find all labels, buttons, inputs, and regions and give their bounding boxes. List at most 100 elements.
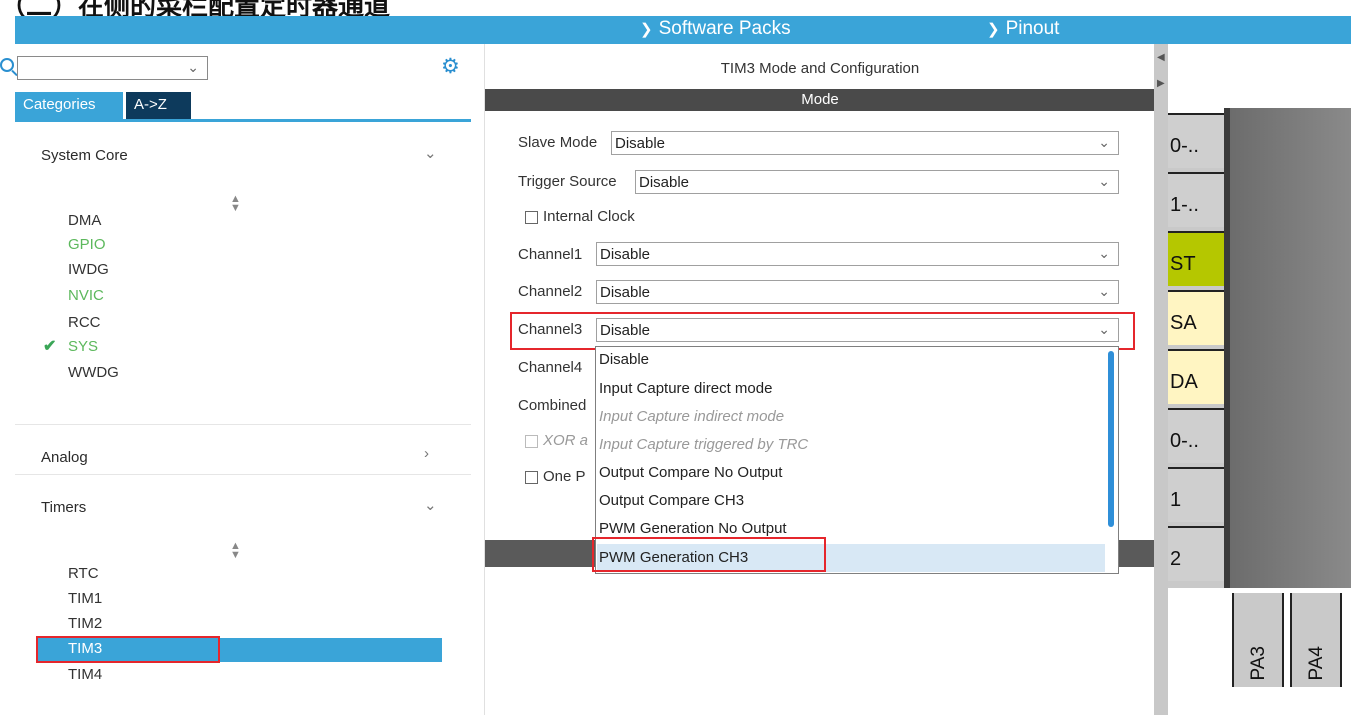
pin-label: ST [1170, 253, 1196, 275]
tab-a-to-z[interactable]: A->Z [126, 92, 191, 119]
chevron-down-icon: ⌄ [1098, 283, 1110, 299]
list-item-tim2[interactable]: TIM2 [68, 615, 102, 632]
categories-panel: ⌄ ⚙ Categories A->Z System Core ⌄ ▲ ▼ DMA… [0, 44, 475, 715]
internal-clock-label: Internal Clock [543, 208, 635, 225]
option-input-capture-direct[interactable]: Input Capture direct mode [599, 380, 772, 397]
pin[interactable]: 2 [1168, 526, 1224, 581]
chip-body [1230, 108, 1351, 588]
highlight-box [592, 537, 826, 572]
top-bar: ❯ Software Packs ❯ Pinout [15, 16, 1351, 44]
one-pulse-label: One P [543, 468, 586, 485]
pin-label: PA3 [1248, 646, 1269, 681]
mode-header: Mode [485, 89, 1155, 111]
list-item-gpio[interactable]: GPIO [68, 236, 106, 253]
channel1-label: Channel1 [518, 246, 583, 263]
pin[interactable]: 1-.. [1168, 172, 1224, 227]
chevron-down-icon: ❯ [640, 21, 653, 38]
channel2-select[interactable]: Disable ⌄ [596, 280, 1119, 304]
channel2-label: Channel2 [518, 283, 583, 300]
highlight-box [510, 312, 1135, 350]
search-icon[interactable] [0, 58, 14, 72]
select-value: Disable [600, 284, 651, 301]
list-item-wwdg[interactable]: WWDG [68, 364, 119, 381]
panel-splitter[interactable] [1154, 44, 1168, 715]
pin[interactable]: 0-.. [1168, 408, 1224, 463]
one-pulse-checkbox[interactable] [525, 471, 538, 484]
list-item-tim4[interactable]: TIM4 [68, 666, 102, 683]
chevron-right-icon[interactable]: ▶ [1157, 78, 1165, 89]
xor-checkbox[interactable] [525, 435, 538, 448]
combined-label: Combined [518, 397, 587, 414]
chevron-left-icon[interactable]: ◀ [1157, 52, 1165, 63]
gear-icon[interactable]: ⚙ [441, 56, 463, 78]
list-item-iwdg[interactable]: IWDG [68, 261, 109, 278]
list-item-sys[interactable]: SYS [68, 338, 98, 355]
channel1-select[interactable]: Disable ⌄ [596, 242, 1119, 266]
chevron-right-icon[interactable]: › [424, 445, 429, 462]
slave-mode-label: Slave Mode [518, 134, 598, 151]
chevron-down-icon: ⌄ [1098, 245, 1110, 261]
tab-categories[interactable]: Categories [15, 92, 123, 119]
pin-pa4[interactable]: PA4 [1290, 593, 1342, 687]
category-analog[interactable]: Analog [41, 449, 88, 466]
trigger-source-select[interactable]: Disable ⌄ [635, 170, 1119, 194]
option-input-capture-indirect: Input Capture indirect mode [599, 408, 785, 425]
category-system-core[interactable]: System Core [41, 147, 128, 164]
category-timers[interactable]: Timers [41, 499, 86, 516]
pin-label: PA4 [1306, 646, 1327, 681]
option-pwm-no-output[interactable]: PWM Generation No Output [599, 520, 787, 537]
check-icon: ✔ [43, 338, 57, 355]
chevron-down-icon: ⌄ [1098, 173, 1110, 189]
caption-text: （二）在侧的菜栏配置定时器通道 [0, 0, 391, 16]
pin[interactable]: 1 [1168, 467, 1224, 522]
chevron-down-icon[interactable]: ⌄ [424, 496, 437, 514]
pin[interactable]: DA [1168, 349, 1224, 404]
category-tabs: Categories A->Z [15, 92, 471, 122]
list-item-dma[interactable]: DMA [68, 212, 101, 229]
sort-icon[interactable]: ▲ ▼ [230, 541, 241, 561]
pinout-label: Pinout [1005, 18, 1060, 39]
pin-label: 1 [1170, 489, 1182, 511]
pin-pa3[interactable]: PA3 [1232, 593, 1284, 687]
divider [15, 424, 471, 425]
select-value: Disable [600, 246, 651, 263]
software-packs-label: Software Packs [658, 18, 791, 39]
chevron-down-icon: ⌄ [187, 59, 199, 75]
option-output-compare-no-output[interactable]: Output Compare No Output [599, 464, 782, 481]
option-disable[interactable]: Disable [599, 351, 649, 368]
list-item-rcc[interactable]: RCC [68, 314, 101, 331]
pin-selected[interactable]: ST [1168, 231, 1224, 286]
divider [15, 474, 471, 475]
pin[interactable]: SA [1168, 290, 1224, 345]
list-item-rtc[interactable]: RTC [68, 565, 99, 582]
slave-mode-select[interactable]: Disable ⌄ [611, 131, 1119, 155]
page-title: TIM3 Mode and Configuration [720, 60, 920, 77]
chevron-down-icon: ⌄ [1098, 134, 1110, 150]
search-input[interactable]: ⌄ [17, 56, 208, 80]
pin-label: 0-.. [1170, 430, 1199, 452]
chevron-down-icon[interactable]: ⌄ [424, 144, 437, 162]
select-value: Disable [615, 135, 666, 152]
pin-label: 2 [1170, 548, 1182, 570]
internal-clock-checkbox[interactable] [525, 211, 538, 224]
list-item-nvic[interactable]: NVIC [68, 287, 104, 304]
list-item-tim1[interactable]: TIM1 [68, 590, 102, 607]
pin-label: DA [1170, 371, 1198, 393]
scrollbar[interactable] [1108, 351, 1114, 527]
pin[interactable]: 0-.. [1168, 113, 1224, 168]
channel4-label: Channel4 [518, 359, 583, 376]
xor-label: XOR a [543, 432, 589, 449]
pin-label: 0-.. [1170, 135, 1199, 157]
highlight-box [36, 636, 220, 663]
select-value: Disable [639, 174, 690, 191]
chevron-down-icon: ❯ [987, 21, 1000, 38]
caption-strip: （二）在侧的菜栏配置定时器通道 [0, 0, 1351, 16]
sort-icon[interactable]: ▲ ▼ [230, 194, 241, 214]
pinout-menu[interactable]: ❯ Pinout [987, 18, 1059, 40]
pin-label: 1-.. [1170, 194, 1199, 216]
option-input-capture-trc: Input Capture triggered by TRC [599, 436, 809, 453]
trigger-source-label: Trigger Source [518, 173, 617, 190]
option-output-compare-ch3[interactable]: Output Compare CH3 [599, 492, 744, 509]
pin-label: SA [1170, 312, 1197, 334]
software-packs-menu[interactable]: ❯ Software Packs [640, 18, 791, 40]
